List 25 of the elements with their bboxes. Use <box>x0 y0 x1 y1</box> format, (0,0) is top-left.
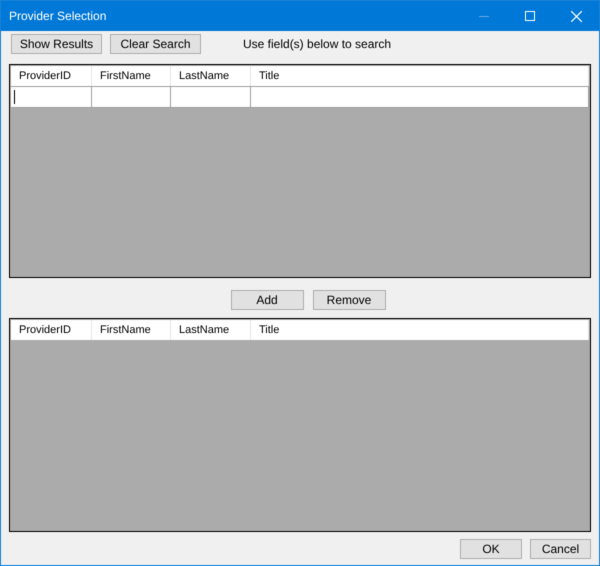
clear-search-button[interactable]: Clear Search <box>110 34 201 54</box>
add-button[interactable]: Add <box>230 290 304 310</box>
column-header[interactable]: ProviderID <box>11 320 92 340</box>
text-cursor-icon <box>14 90 15 104</box>
remove-button[interactable]: Remove <box>312 290 386 310</box>
close-icon <box>570 10 582 22</box>
maximize-icon <box>525 11 535 21</box>
input-field[interactable] <box>171 86 251 108</box>
input-field[interactable] <box>11 86 92 108</box>
column-header[interactable]: LastName <box>171 66 251 86</box>
column-header[interactable]: FirstName <box>92 320 171 340</box>
data-grid[interactable]: ProviderID FirstName LastName Title <box>9 318 591 532</box>
window-title: Provider Selection <box>9 9 108 23</box>
column-header[interactable]: Title <box>251 320 589 340</box>
show-results-button[interactable]: Show Results <box>11 34 102 54</box>
cancel-button[interactable]: Cancel <box>530 539 591 559</box>
column-header[interactable]: ProviderID <box>11 66 92 86</box>
column-header[interactable]: LastName <box>171 320 251 340</box>
column-header[interactable]: FirstName <box>92 66 171 86</box>
ok-button[interactable]: OK <box>460 539 522 559</box>
column-header[interactable]: Title <box>251 66 589 86</box>
search-hint: Use field(s) below to search <box>243 37 392 51</box>
input-field[interactable] <box>251 86 589 108</box>
input-field[interactable] <box>92 86 171 108</box>
data-grid[interactable]: ProviderID FirstName LastName Title <box>9 64 591 278</box>
